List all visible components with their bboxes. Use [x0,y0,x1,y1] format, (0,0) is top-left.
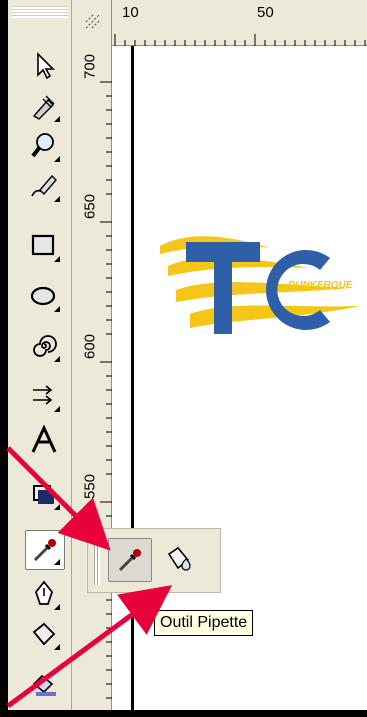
annotation-arrows [6,446,173,709]
annotation-arrow [6,585,173,709]
frame-edge [0,710,367,717]
annotation-arrow [6,446,111,551]
